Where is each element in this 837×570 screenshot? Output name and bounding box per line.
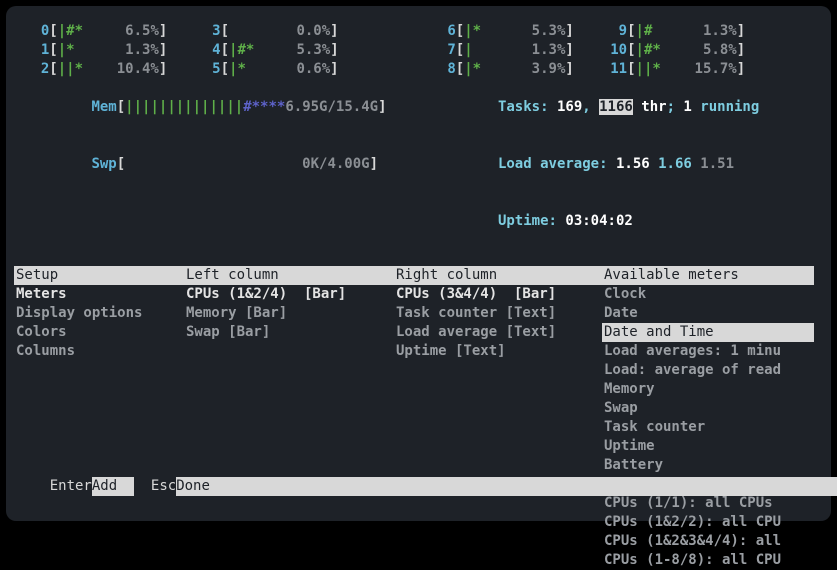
cpu-meters-right: 6[|*....5.3%]7[|.....1.3%]8[|*....3.9%] … [431, 14, 760, 79]
cpu-meter-10: 10[|#*...5.8%] [602, 41, 745, 60]
memory-meter: Mem[||||||||||||||#****6.95G/15.4G] [14, 79, 397, 136]
action-done[interactable]: Done [176, 477, 837, 496]
setup-item[interactable]: Display options [14, 304, 184, 323]
panel-right-column[interactable]: Right column CPUs (3&4/4) [Bar]Task coun… [394, 266, 602, 570]
swap-meter: Swp[0K/4.00G] [14, 136, 397, 193]
footer-keys: EnterAdd EscDone [16, 458, 837, 515]
key-enter[interactable]: Enter [50, 478, 92, 494]
avail-item[interactable]: CPUs (1&2/2): all CPU [602, 513, 814, 532]
setup-panels: Setup MetersDisplay optionsColorsColumns… [14, 266, 821, 570]
left-item[interactable]: Swap [Bar] [184, 323, 394, 342]
cpu-meter-3: 3[......0.0%] [195, 22, 338, 41]
avail-item[interactable]: CPUs (1&2&3&4/4): all [602, 532, 814, 551]
avail-item[interactable]: Swap [602, 399, 814, 418]
left-item[interactable]: Memory [Bar] [184, 304, 394, 323]
cpu-meter-11: 11[||*...15.7%] [602, 60, 745, 79]
cpu-meter-5: 5[|*....0.6%] [195, 60, 338, 79]
avail-item[interactable]: Load: average of read [602, 361, 814, 380]
right-half: 6[|*....5.3%]7[|.....1.3%]8[|*....3.9%] … [431, 14, 760, 250]
panel-setup-header: Setup [14, 266, 184, 285]
avail-item[interactable]: Memory [602, 380, 814, 399]
key-esc[interactable]: Esc [151, 478, 176, 494]
panel-left-header: Left column [184, 266, 394, 285]
panel-avail-header: Available meters [602, 266, 814, 285]
left-item[interactable]: CPUs (1&2/4) [Bar] [184, 285, 394, 304]
avail-item[interactable]: Clock [602, 285, 814, 304]
right-item[interactable]: CPUs (3&4/4) [Bar] [394, 285, 602, 304]
avail-item[interactable]: Uptime [602, 437, 814, 456]
cpu-meters: 0[|#*...6.5%]1[|*....1.3%]2[||*...10.4%]… [14, 14, 397, 79]
header: 0[|#*...6.5%]1[|*....1.3%]2[||*...10.4%]… [14, 14, 821, 250]
right-item[interactable]: Uptime [Text] [394, 342, 602, 361]
load-average: Load average: 1.56 1.66 1.51 [431, 136, 760, 193]
panel-left-column[interactable]: Left column CPUs (1&2/4) [Bar]Memory [Ba… [184, 266, 394, 570]
setup-item[interactable]: Colors [14, 323, 184, 342]
right-item[interactable]: Load average [Text] [394, 323, 602, 342]
setup-item[interactable]: Columns [14, 342, 184, 361]
avail-item[interactable]: Task counter [602, 418, 814, 437]
avail-item[interactable]: Date [602, 304, 814, 323]
avail-item[interactable]: Load averages: 1 minu [602, 342, 814, 361]
htop-setup-screen: 0[|#*...6.5%]1[|*....1.3%]2[||*...10.4%]… [6, 6, 831, 521]
cpu-meter-0: 0[|#*...6.5%] [24, 22, 167, 41]
action-add[interactable]: Add [92, 477, 134, 496]
setup-item[interactable]: Meters [14, 285, 184, 304]
cpu-meter-9: 9[|#....1.3%] [602, 22, 745, 41]
left-half: 0[|#*...6.5%]1[|*....1.3%]2[||*...10.4%]… [14, 14, 397, 250]
cpu-meter-6: 6[|*....5.3%] [431, 22, 574, 41]
cpu-meter-4: 4[|#*...5.3%] [195, 41, 338, 60]
cpu-meter-8: 8[|*....3.9%] [431, 60, 574, 79]
tasks-counter: Tasks: 169, 1166 thr; 1 running [431, 79, 760, 136]
uptime: Uptime: 03:04:02 [431, 193, 760, 250]
avail-item[interactable]: CPUs (1-8/8): all CPU [602, 551, 814, 570]
panel-setup[interactable]: Setup MetersDisplay optionsColorsColumns [14, 266, 184, 570]
cpu-meter-2: 2[||*...10.4%] [24, 60, 167, 79]
right-item[interactable]: Task counter [Text] [394, 304, 602, 323]
avail-item[interactable]: Date and Time [602, 323, 814, 342]
panel-right-header: Right column [394, 266, 602, 285]
cpu-meter-1: 1[|*....1.3%] [24, 41, 167, 60]
panel-available-meters[interactable]: Available meters ClockDateDate and TimeL… [602, 266, 814, 570]
cpu-meter-7: 7[|.....1.3%] [431, 41, 574, 60]
